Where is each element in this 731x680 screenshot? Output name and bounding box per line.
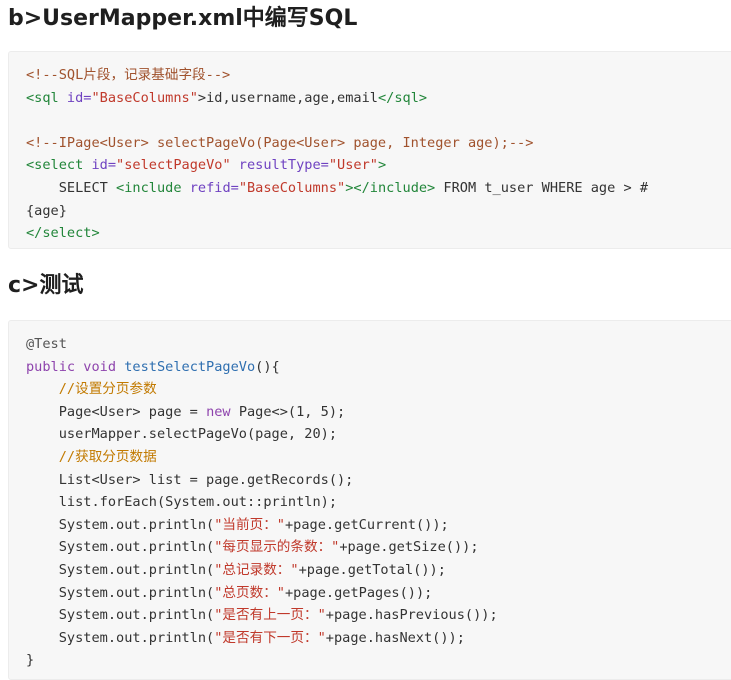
code-token: +page.hasPrevious());: [325, 607, 498, 624]
code-line: System.out.println("是否有上一页："+page.hasPre…: [26, 604, 731, 627]
code-token: <select: [26, 157, 92, 174]
code-line: <select id="selectPageVo" resultType="Us…: [26, 154, 731, 177]
code-line: <!--IPage<User> selectPageVo(Page<User> …: [26, 132, 731, 155]
code-token: System.out.println(: [26, 607, 215, 624]
code-line: //获取分页数据: [26, 446, 731, 469]
code-token: >: [377, 157, 387, 174]
code-token: }: [26, 652, 35, 669]
code-token: >id,username,age,email: [197, 89, 378, 106]
code-line: <sql id="BaseColumns">id,username,age,em…: [26, 87, 731, 110]
code-token: System.out.println(: [26, 629, 215, 646]
code-line: System.out.println("总记录数："+page.getTotal…: [26, 559, 731, 582]
code-token: userMapper.selectPageVo(page, 20);: [26, 426, 337, 443]
code-token: ></include>: [345, 179, 436, 196]
code-token: SELECT: [26, 179, 117, 196]
code-token: @Test: [26, 336, 67, 352]
code-token: FROM t_user WHERE age > #: [435, 179, 649, 196]
code-line: System.out.println("每页显示的条数："+page.getSi…: [26, 536, 731, 559]
code-token: +page.getPages());: [285, 584, 433, 601]
code-token: {age}: [26, 202, 67, 219]
code-token: refid=: [189, 179, 239, 196]
code-token: "总记录数：": [214, 561, 299, 578]
code-token: "是否有上一页：": [214, 607, 326, 624]
code-token: "是否有下一页：": [214, 629, 326, 646]
code-line: SELECT <include refid="BaseColumns"></in…: [26, 177, 731, 200]
code-token: "BaseColumns": [238, 179, 346, 196]
code-token: System.out.println(: [26, 539, 215, 556]
code-line: System.out.println("当前页："+page.getCurren…: [26, 514, 731, 537]
code-token: "User": [328, 157, 378, 174]
code-token: Page<User> page =: [26, 403, 207, 420]
code-token: <!--SQL片段，记录基础字段-->: [26, 67, 231, 83]
code-token: "当前页：": [214, 516, 285, 533]
section-heading-test: c>测试: [8, 273, 84, 298]
code-line: //设置分页参数: [26, 378, 731, 401]
code-token: "selectPageVo": [116, 157, 231, 174]
code-line: }: [26, 649, 731, 672]
code-token: id=: [66, 89, 92, 106]
code-token: System.out.println(: [26, 584, 215, 601]
code-token: id=: [91, 157, 117, 174]
code-token: </sql>: [377, 89, 428, 106]
code-token: (){: [255, 358, 280, 375]
code-token: <!--IPage<User> selectPageVo(Page<User> …: [26, 134, 534, 151]
code-token: "BaseColumns": [91, 89, 198, 106]
code-token: List<User> list = page.getRecords();: [26, 471, 354, 488]
code-token: +page.getTotal());: [298, 561, 446, 578]
code-line: public void testSelectPageVo(){: [26, 356, 731, 379]
code-token: resultType=: [230, 157, 329, 174]
code-token: list.forEach(System.out::println);: [26, 494, 337, 511]
code-line: @Test: [26, 333, 731, 356]
code-token: System.out.println(: [26, 561, 215, 578]
code-line: List<User> list = page.getRecords();: [26, 469, 731, 492]
code-token: <include: [116, 179, 190, 196]
code-token: </select>: [26, 225, 100, 242]
code-token: //获取分页数据: [26, 448, 157, 465]
code-token: public void: [26, 358, 125, 375]
code-line: System.out.println("是否有下一页："+page.hasNex…: [26, 627, 731, 650]
code-token: <sql: [26, 89, 67, 106]
code-line: System.out.println("总页数："+page.getPages(…: [26, 582, 731, 605]
code-line: <!--SQL片段，记录基础字段-->: [26, 64, 731, 87]
code-line: Page<User> page = new Page<>(1, 5);: [26, 401, 731, 424]
code-token: +page.getCurrent());: [285, 516, 449, 533]
code-content: <!--SQL片段，记录基础字段--> <sql id="BaseColumns"…: [26, 64, 731, 245]
code-token: new: [206, 403, 239, 420]
section-heading-mapper: b>UserMapper.xml中编写SQL: [8, 6, 358, 31]
code-token: testSelectPageVo: [124, 358, 256, 375]
code-token: //设置分页参数: [26, 381, 157, 398]
code-token: +page.hasNext());: [325, 629, 465, 646]
code-block-java[interactable]: @Test public void testSelectPageVo(){ //设…: [8, 320, 731, 680]
code-line: userMapper.selectPageVo(page, 20);: [26, 423, 731, 446]
code-token: "总页数：": [214, 584, 285, 601]
code-token: System.out.println(: [26, 516, 215, 533]
code-line: </select>: [26, 222, 731, 245]
code-line: {age}: [26, 200, 731, 223]
code-block-xml[interactable]: <!--SQL片段，记录基础字段--> <sql id="BaseColumns"…: [8, 51, 731, 249]
code-token: Page<>(1, 5);: [238, 403, 346, 420]
code-token: "每页显示的条数：": [214, 539, 340, 556]
code-content: @Test public void testSelectPageVo(){ //设…: [26, 333, 731, 672]
code-token: +page.getSize());: [339, 539, 479, 556]
code-line: list.forEach(System.out::println);: [26, 491, 731, 514]
